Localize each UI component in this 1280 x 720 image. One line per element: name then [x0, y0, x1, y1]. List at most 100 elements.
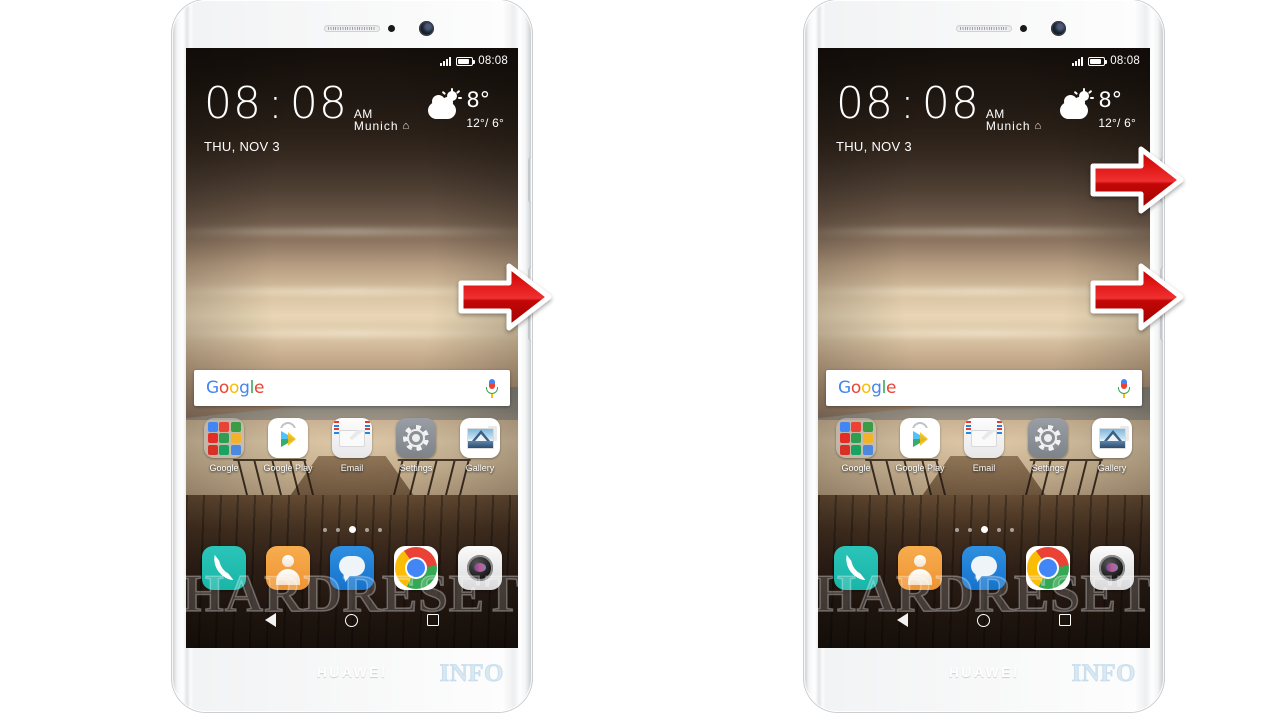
page-dot[interactable] — [996, 527, 1001, 532]
page-dot[interactable] — [954, 527, 959, 532]
recents-square-icon[interactable] — [427, 614, 440, 626]
partly-cloudy-icon — [1060, 88, 1095, 120]
phone-handset-icon[interactable] — [834, 546, 878, 590]
clock-time: 08 : 08 AM Munich ⌂ — [204, 78, 411, 134]
home-icon: ⌂ — [1034, 120, 1043, 133]
app-gallery[interactable]: Gallery — [451, 418, 509, 473]
app-settings[interactable]: Settings — [387, 418, 445, 473]
clock-separator: : — [900, 78, 916, 129]
app-label: Email — [972, 463, 996, 473]
google-logo: Google — [206, 378, 265, 398]
phone-left: 08:08 08 : 08 AM Munich ⌂ THU, NOV 3 8° … — [172, 0, 552, 720]
camera-lens-icon[interactable] — [458, 546, 502, 590]
message-bubble-icon[interactable] — [330, 546, 374, 590]
page-dot[interactable] — [322, 527, 327, 532]
google-search-bar[interactable]: Google — [194, 370, 510, 406]
clock-time: 08 : 08 AM Munich ⌂ — [836, 78, 1043, 134]
chrome-icon[interactable] — [394, 546, 438, 590]
play-store-icon — [268, 418, 308, 458]
page-dot[interactable] — [967, 527, 972, 532]
app-email[interactable]: Email — [323, 418, 381, 473]
google-logo: Google — [838, 378, 897, 398]
clock-city: Munich — [985, 119, 1031, 134]
weather-widget[interactable]: 8° 12°/ 6° — [428, 88, 504, 130]
app-label: Email — [340, 463, 364, 473]
front-camera-icon — [1050, 21, 1066, 36]
page-dot[interactable] — [377, 527, 382, 532]
phone-screen[interactable]: 08:08 08 : 08 AM Munich ⌂ THU, NOV 3 8° … — [186, 48, 518, 648]
proximity-sensor-icon — [1020, 25, 1027, 32]
home-circle-icon[interactable] — [344, 613, 358, 627]
phone-body: 08:08 08 : 08 AM Munich ⌂ THU, NOV 3 8° … — [172, 0, 532, 712]
huawei-brand-label: HUAWEI — [948, 664, 1020, 680]
clock-hours: 08 — [204, 78, 262, 129]
page-indicator[interactable] — [818, 526, 1150, 533]
home-circle-icon[interactable] — [976, 613, 990, 627]
page-dot[interactable] — [335, 527, 340, 532]
proximity-sensor-icon — [388, 25, 395, 32]
message-bubble-icon[interactable] — [962, 546, 1006, 590]
app-google-folder[interactable]: Google — [195, 418, 253, 473]
gallery-icon — [460, 418, 500, 458]
app-gallery[interactable]: Gallery — [1083, 418, 1141, 473]
app-label: Gallery — [1097, 463, 1127, 473]
google-search-bar[interactable]: Google — [826, 370, 1142, 406]
back-triangle-icon[interactable] — [896, 613, 908, 627]
power-button[interactable] — [529, 158, 532, 202]
clock-minutes: 08 — [289, 78, 348, 129]
red-arrow-right-icon — [1089, 144, 1185, 216]
clock-city: Munich — [353, 119, 399, 134]
huawei-brand-label: HUAWEI — [316, 664, 388, 680]
recents-square-icon[interactable] — [1059, 614, 1072, 626]
page-dot-active[interactable] — [348, 526, 356, 533]
phone-handset-icon[interactable] — [202, 546, 246, 590]
chrome-icon[interactable] — [1026, 546, 1070, 590]
page-dot-active[interactable] — [980, 526, 988, 533]
clock-widget[interactable]: 08 : 08 AM Munich ⌂ THU, NOV 3 — [204, 78, 411, 155]
page-indicator[interactable] — [186, 526, 518, 533]
screenshot-canvas: 08:08 08 : 08 AM Munich ⌂ THU, NOV 3 8° … — [0, 0, 1280, 720]
earpiece-speaker-icon — [956, 25, 1012, 32]
weather-widget[interactable]: 8° 12°/ 6° — [1060, 88, 1136, 130]
phone-screen[interactable]: 08:08 08 : 08 AM Munich ⌂ THU, NOV 3 8° … — [818, 48, 1150, 648]
navigation-bar — [186, 600, 518, 640]
contacts-person-icon[interactable] — [266, 546, 310, 590]
camera-lens-icon[interactable] — [1090, 546, 1134, 590]
signal-bars-icon — [1072, 56, 1084, 66]
google-folder-icon — [204, 418, 244, 458]
page-dot[interactable] — [1009, 527, 1014, 532]
app-label: Gallery — [465, 463, 495, 473]
play-store-icon — [900, 418, 940, 458]
app-email[interactable]: Email — [955, 418, 1013, 473]
settings-gear-icon — [1028, 418, 1068, 458]
dock — [192, 546, 512, 590]
app-settings[interactable]: Settings — [1019, 418, 1077, 473]
microphone-icon[interactable] — [486, 378, 498, 398]
microphone-icon[interactable] — [1118, 378, 1130, 398]
settings-gear-icon — [396, 418, 436, 458]
app-google-play[interactable]: Google Play — [259, 418, 317, 473]
app-google-folder[interactable]: Google — [827, 418, 885, 473]
app-label: Google — [841, 463, 871, 473]
status-bar: 08:08 — [818, 52, 1150, 70]
back-triangle-icon[interactable] — [264, 613, 276, 627]
clock-date: THU, NOV 3 — [836, 139, 912, 155]
status-bar: 08:08 — [186, 52, 518, 70]
app-grid: Google Google Play Email Settings Galler… — [192, 418, 512, 473]
app-google-play[interactable]: Google Play — [891, 418, 949, 473]
page-dot[interactable] — [364, 527, 369, 532]
contacts-person-icon[interactable] — [898, 546, 942, 590]
clock-separator: : — [268, 78, 284, 129]
clock-hours: 08 — [836, 78, 894, 129]
clock-date: THU, NOV 3 — [204, 139, 280, 155]
phone-chin: HUAWEI — [804, 648, 1164, 712]
weather-current-temp: 8° — [466, 88, 491, 112]
clock-widget[interactable]: 08 : 08 AM Munich ⌂ THU, NOV 3 — [836, 78, 1043, 155]
home-icon: ⌂ — [402, 120, 411, 133]
app-label: Google Play — [263, 463, 313, 473]
phone-right: 08:08 08 : 08 AM Munich ⌂ THU, NOV 3 8° … — [804, 0, 1184, 720]
app-grid: Google Google Play Email Settings Galler… — [824, 418, 1144, 473]
signal-bars-icon — [440, 56, 452, 66]
weather-temp-range: 12°/ 6° — [1098, 116, 1136, 130]
gallery-icon — [1092, 418, 1132, 458]
